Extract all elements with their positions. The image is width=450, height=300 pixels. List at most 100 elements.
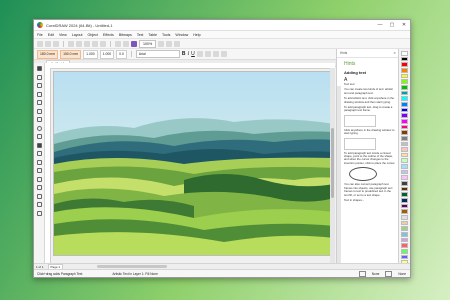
ellipse-tool-icon[interactable] [36, 125, 42, 131]
color-swatch[interactable] [401, 101, 408, 107]
color-swatch[interactable] [401, 209, 408, 215]
smart-fill-icon[interactable] [36, 202, 42, 207]
italic-button[interactable]: I [188, 52, 190, 57]
color-swatch[interactable] [401, 203, 408, 209]
artistic-media-icon[interactable] [36, 108, 42, 114]
maximize-button[interactable]: ▢ [386, 20, 398, 30]
outline-swatch-icon[interactable] [385, 270, 393, 277]
docker-side-tabs[interactable] [337, 86, 341, 263]
save-icon[interactable] [53, 40, 59, 47]
close-button[interactable]: ✕ [398, 20, 410, 30]
edit-text-icon[interactable] [212, 51, 219, 57]
horizontal-scrollbar[interactable] [97, 265, 168, 268]
cut-icon[interactable] [68, 40, 74, 47]
page-nav-counter[interactable]: 1 of 1 [36, 265, 44, 269]
color-swatch[interactable] [401, 84, 408, 90]
copy-icon[interactable] [76, 40, 82, 47]
color-swatch[interactable] [401, 79, 408, 84]
scrollbar-thumb[interactable] [331, 128, 334, 198]
minimize-button[interactable]: — [374, 20, 386, 30]
menu-layout[interactable]: Layout [72, 33, 83, 37]
open-icon[interactable] [45, 40, 51, 47]
menu-text[interactable]: Text [137, 33, 144, 37]
color-swatch[interactable] [401, 220, 408, 226]
x-position-field[interactable]: 180.0 mm [37, 49, 59, 59]
color-swatch[interactable] [401, 215, 408, 220]
crop-tool-icon[interactable] [36, 83, 42, 88]
drop-shadow-icon[interactable] [36, 168, 42, 173]
text-align-icon[interactable] [196, 51, 203, 57]
color-swatch[interactable] [401, 141, 408, 147]
export-icon[interactable] [123, 40, 129, 47]
color-swatch[interactable] [401, 243, 408, 248]
docker-close-icon[interactable]: ✕ [393, 51, 396, 55]
fill-swatch-icon[interactable] [358, 270, 366, 277]
interactive-fill-icon[interactable] [36, 193, 42, 199]
color-swatch[interactable] [401, 124, 408, 130]
undo-icon[interactable] [92, 40, 98, 47]
color-swatch[interactable] [401, 152, 408, 158]
font-family-select[interactable]: Arial [135, 50, 180, 58]
vertical-scrollbar[interactable] [330, 68, 335, 263]
zoom-level-select[interactable]: 100% [139, 39, 157, 48]
color-swatch[interactable] [401, 62, 408, 67]
color-swatch[interactable] [401, 181, 408, 186]
color-swatch[interactable] [401, 186, 408, 192]
menu-tools[interactable]: Tools [162, 33, 170, 37]
color-swatch[interactable] [401, 118, 408, 124]
vertical-ruler[interactable] [45, 68, 51, 263]
landscape-artwork[interactable] [53, 71, 335, 256]
full-screen-icon[interactable] [158, 40, 165, 47]
import-icon[interactable] [115, 40, 121, 47]
scale-width-field[interactable]: 1.000 [83, 49, 98, 59]
y-position-field[interactable]: 150.0 mm [60, 49, 82, 59]
rotation-angle-field[interactable]: 0.0 [116, 49, 127, 59]
color-swatch[interactable] [401, 135, 408, 141]
color-swatch[interactable] [401, 198, 408, 203]
rectangle-tool-icon[interactable] [36, 117, 42, 122]
drawing-window[interactable] [45, 63, 335, 263]
eyedropper-tool-icon[interactable] [36, 185, 42, 190]
redo-icon[interactable] [100, 40, 106, 47]
scale-height-field[interactable]: 1.000 [99, 49, 115, 59]
color-swatch[interactable] [401, 232, 408, 237]
freehand-tool-icon[interactable] [36, 100, 42, 105]
menu-bitmaps[interactable]: Bitmaps [119, 33, 132, 37]
color-swatch[interactable] [401, 90, 408, 96]
parallel-dimension-icon[interactable] [36, 151, 42, 156]
menu-file[interactable]: File [37, 33, 43, 37]
menu-window[interactable]: Window [175, 33, 188, 37]
color-swatch[interactable] [401, 113, 408, 118]
polygon-tool-icon[interactable] [36, 134, 42, 139]
text-tool-icon[interactable] [36, 142, 42, 148]
horizontal-ruler[interactable] [45, 63, 335, 69]
color-swatch[interactable] [401, 158, 408, 164]
color-swatch[interactable] [401, 107, 408, 113]
options-icon[interactable] [174, 40, 181, 47]
color-swatch[interactable] [401, 175, 408, 181]
vertical-text-icon[interactable] [220, 51, 227, 57]
color-swatch[interactable] [401, 169, 408, 175]
color-swatch[interactable] [401, 226, 408, 231]
color-swatch[interactable] [401, 237, 408, 243]
color-swatch[interactable] [401, 164, 408, 169]
color-swatch[interactable] [401, 96, 408, 101]
shape-tool-icon[interactable] [36, 74, 42, 80]
paste-icon[interactable] [84, 40, 90, 47]
text-properties-icon[interactable] [204, 51, 211, 57]
menu-edit[interactable]: Edit [48, 33, 54, 37]
color-swatch[interactable] [401, 192, 408, 198]
zoom-tool-icon[interactable] [36, 91, 42, 97]
pick-tool-icon[interactable] [36, 66, 42, 71]
color-swatch[interactable] [401, 67, 408, 73]
color-swatch[interactable] [401, 51, 408, 56]
underline-button[interactable]: U [191, 51, 195, 57]
menu-effects[interactable]: Effects [103, 33, 114, 37]
menu-object[interactable]: Object [88, 33, 98, 37]
menu-help[interactable]: Help [193, 33, 200, 37]
menu-table[interactable]: Table [148, 33, 157, 37]
connector-tool-icon[interactable] [36, 159, 42, 165]
color-swatch[interactable] [401, 130, 408, 135]
add-tool-icon[interactable] [36, 210, 42, 216]
color-swatch[interactable] [401, 73, 408, 79]
